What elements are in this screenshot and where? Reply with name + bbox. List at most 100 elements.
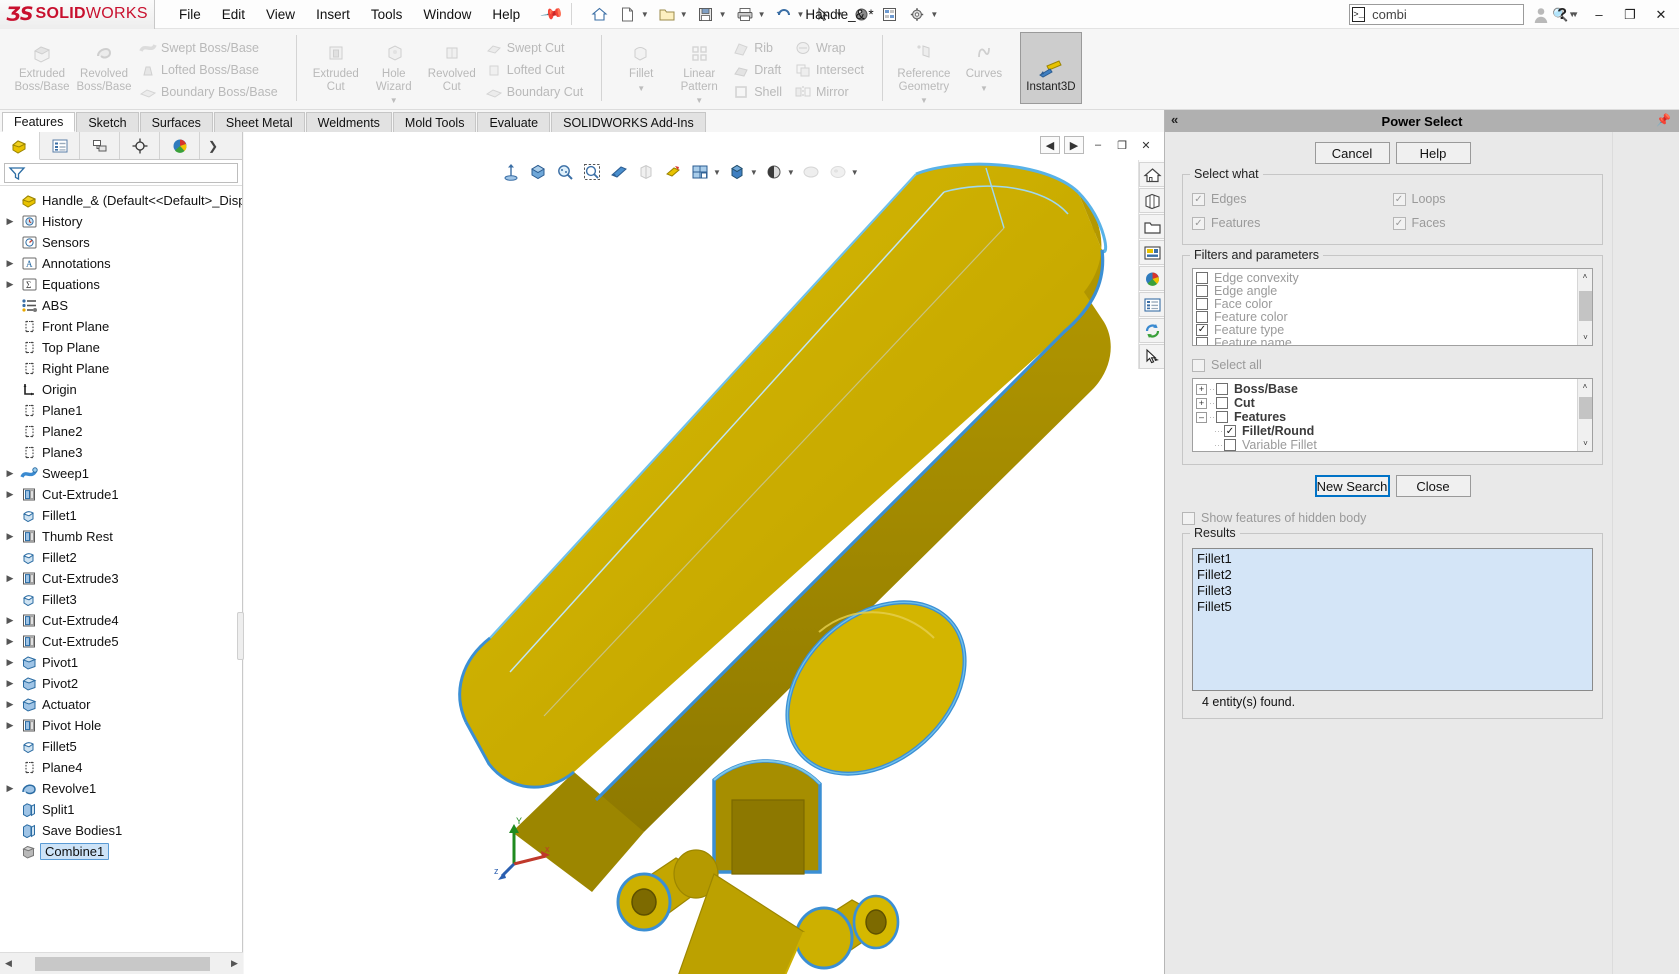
chevron-down-icon[interactable]: ▼ (365, 95, 423, 108)
tree-expander-icon[interactable]: ▶ (2, 531, 18, 542)
chevron-right-icon[interactable]: ❯ (200, 132, 226, 159)
save-icon[interactable] (693, 2, 719, 26)
faces-checkbox[interactable]: ✓ (1393, 217, 1406, 230)
tree-item-history[interactable]: ▶History (0, 211, 242, 232)
search-box[interactable]: >_ 🔍 ▼ (1349, 4, 1524, 25)
chevron-down-icon[interactable]: ▼ (641, 10, 649, 19)
feature-type-checkbox[interactable] (1216, 411, 1228, 423)
print-icon[interactable] (732, 2, 758, 26)
menu-file[interactable]: File (169, 2, 211, 27)
tree-item-top-plane[interactable]: Top Plane (0, 337, 242, 358)
hole-wizard-button[interactable]: Hole Wizard ▼ (365, 32, 423, 108)
filter-checkbox[interactable] (1196, 272, 1208, 284)
tree-item-front-plane[interactable]: Front Plane (0, 316, 242, 337)
features-checkbox[interactable]: ✓ (1192, 217, 1205, 230)
reference-geometry-button[interactable]: Reference Geometry ▼ (893, 32, 955, 108)
tree-expander-icon[interactable]: ▶ (2, 657, 18, 668)
tree-expander-icon[interactable]: ▶ (2, 699, 18, 710)
tree-item-equations[interactable]: ▶ΣEquations (0, 274, 242, 295)
tree-item-fillet3[interactable]: Fillet3 (0, 589, 242, 610)
tree-expander-icon[interactable]: ▶ (2, 468, 18, 479)
appearances-panel-icon[interactable] (1139, 240, 1164, 265)
tab-solidworks-addins[interactable]: SOLIDWORKS Add-Ins (551, 112, 706, 132)
filter-item-edge-angle[interactable]: Edge angle (1193, 284, 1592, 297)
swept-boss-base-button[interactable]: Swept Boss/Base (135, 37, 286, 59)
new-doc-icon[interactable] (615, 2, 641, 26)
tree-item-pivot-hole[interactable]: ▶Pivot Hole (0, 715, 242, 736)
help-button[interactable]: Help (1396, 142, 1471, 164)
tree-item-plane1[interactable]: Plane1 (0, 400, 242, 421)
result-item[interactable]: Fillet2 (1193, 567, 1592, 583)
filter-item-feature-color[interactable]: Feature color (1193, 310, 1592, 323)
tab-surfaces[interactable]: Surfaces (140, 112, 213, 132)
chevron-down-icon[interactable]: ▼ (719, 10, 727, 19)
filter-checkbox[interactable] (1196, 285, 1208, 297)
chevron-down-icon[interactable]: ▼ (680, 10, 688, 19)
filter-checkbox[interactable] (1196, 337, 1208, 347)
feature-manager-tab[interactable] (0, 132, 40, 160)
tree-item-combine1[interactable]: Combine1 (0, 841, 242, 862)
tree-expander-icon[interactable]: ▶ (2, 678, 18, 689)
tab-features[interactable]: Features (2, 112, 75, 132)
tree-item-cut-extrude4[interactable]: ▶Cut-Extrude4 (0, 610, 242, 631)
show-hidden-body-row[interactable]: Show features of hidden body (1182, 507, 1612, 529)
feature-type-cut[interactable]: +··Cut (1193, 396, 1592, 410)
result-item[interactable]: Fillet1 (1193, 551, 1592, 567)
tree-item-sweep1[interactable]: ▶Sweep1 (0, 463, 242, 484)
tree-item-plane4[interactable]: Plane4 (0, 757, 242, 778)
tree-item-cut-extrude5[interactable]: ▶Cut-Extrude5 (0, 631, 242, 652)
feature-type-scrollbar[interactable]: ˄ ˅ (1577, 379, 1592, 451)
tree-item-cut-extrude1[interactable]: ▶Cut-Extrude1 (0, 484, 242, 505)
boundary-boss-base-button[interactable]: Boundary Boss/Base (135, 81, 286, 103)
extruded-boss-base-button[interactable]: Extruded Boss/Base (11, 32, 73, 93)
cancel-button[interactable]: Cancel (1315, 142, 1390, 164)
filters-scroll-thumb[interactable] (1579, 291, 1592, 321)
display-style-stack-icon[interactable] (1139, 188, 1164, 213)
tree-expander-icon[interactable]: ▶ (2, 783, 18, 794)
tree-expander-icon[interactable]: ▶ (2, 615, 18, 626)
expander-icon[interactable]: + (1196, 384, 1207, 395)
new-search-button[interactable]: New Search (1315, 475, 1390, 497)
tree-item-sensors[interactable]: Sensors (0, 232, 242, 253)
tab-sketch[interactable]: Sketch (76, 112, 138, 132)
dimxpert-manager-tab[interactable] (120, 132, 160, 159)
tree-item-plane3[interactable]: Plane3 (0, 442, 242, 463)
filter-item-feature-type[interactable]: ✓Feature type (1193, 323, 1592, 336)
lofted-boss-base-button[interactable]: Lofted Boss/Base (135, 59, 286, 81)
chevron-down-icon[interactable]: ▼ (955, 83, 1013, 96)
pushpin-icon[interactable]: 📌 (1656, 113, 1671, 127)
revolved-boss-base-button[interactable]: Revolved Boss/Base (73, 32, 135, 93)
display-manager-tab[interactable] (160, 132, 200, 159)
scroll-right-arrow-icon[interactable]: ▶ (226, 958, 243, 969)
search-input[interactable] (1370, 6, 1550, 23)
fillet-button[interactable]: Fillet ▼ (612, 32, 670, 95)
feature-type-checkbox[interactable] (1216, 383, 1228, 395)
curves-button[interactable]: Curves ▼ (955, 32, 1013, 95)
linear-pattern-button[interactable]: Linear Pattern ▼ (670, 32, 728, 108)
extruded-cut-button[interactable]: Extruded Cut (307, 32, 365, 93)
filter-checkbox[interactable] (1196, 311, 1208, 323)
tab-mold-tools[interactable]: Mold Tools (393, 112, 477, 132)
double-chevron-left-icon[interactable]: « (1171, 112, 1178, 127)
help-icon[interactable]: ? (1554, 6, 1570, 24)
scrollbar-thumb[interactable] (35, 957, 210, 971)
tree-item-fillet5[interactable]: Fillet5 (0, 736, 242, 757)
tree-item-fillet2[interactable]: Fillet2 (0, 547, 242, 568)
options-gear-icon[interactable] (904, 2, 930, 26)
tree-expander-icon[interactable]: ▶ (2, 279, 18, 290)
close-button[interactable]: Close (1396, 475, 1471, 497)
rib-button[interactable]: Rib (728, 37, 790, 59)
results-listbox[interactable]: Fillet1Fillet2Fillet3Fillet5 (1192, 548, 1593, 691)
menu-edit[interactable]: Edit (212, 2, 255, 27)
open-folder-icon[interactable] (1139, 214, 1164, 239)
boundary-cut-button[interactable]: Boundary Cut (481, 81, 591, 103)
panel-splitter[interactable] (237, 612, 244, 660)
wrap-button[interactable]: Wrap (790, 37, 872, 59)
tree-root-item[interactable]: Handle_& (Default<<Default>_Display S (0, 190, 242, 211)
chevron-down-icon[interactable]: ▼ (612, 83, 670, 96)
feature-type-checkbox[interactable] (1216, 397, 1228, 409)
shell-button[interactable]: Shell (728, 81, 790, 103)
tree-expander-icon[interactable]: ▶ (2, 489, 18, 500)
tab-evaluate[interactable]: Evaluate (477, 112, 550, 132)
edges-checkbox[interactable]: ✓ (1192, 193, 1205, 206)
